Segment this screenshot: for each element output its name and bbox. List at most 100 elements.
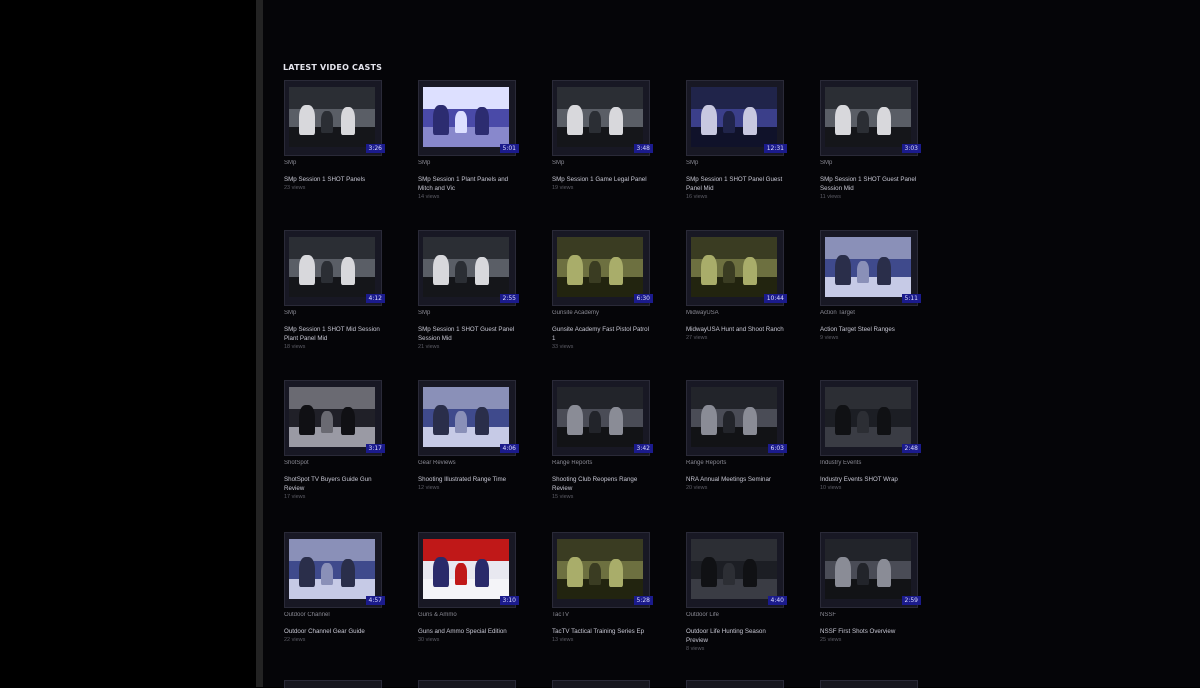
video-category[interactable]: Action Target [820, 310, 918, 319]
duration-badge: 3:17 [365, 444, 385, 453]
video-category[interactable]: Gunsite Academy [552, 310, 650, 319]
video-category[interactable]: SMp [686, 160, 784, 169]
video-thumbnail[interactable]: 12:31 [686, 80, 787, 156]
thumbnail-image [423, 539, 509, 599]
video-thumbnail[interactable]: 10:44 [686, 230, 787, 306]
video-title-link[interactable]: NSSF First Shots Overview [820, 627, 918, 636]
video-title-link[interactable]: SMp Session 1 SHOT Panel Guest Panel Mid [686, 175, 784, 193]
video-card[interactable]: 3:42 Range Reports Shooting Club Reopens… [552, 380, 653, 532]
video-title-link[interactable]: TacTV Tactical Training Series Ep [552, 627, 650, 636]
video-thumbnail[interactable]: 3:17 [284, 380, 385, 456]
video-thumbnail[interactable]: 3:26 [284, 80, 385, 156]
video-category[interactable]: Gear Reviews [418, 460, 516, 469]
video-card[interactable]: 6:03 Range Reports NRA Annual Meetings S… [686, 380, 787, 532]
duration-badge: 6:03 [767, 444, 787, 453]
video-category[interactable]: Range Reports [552, 460, 650, 469]
video-card[interactable]: 4:12 SMp SMp Session 1 SHOT Mid Session … [284, 230, 385, 380]
video-thumbnail[interactable]: 5:11 [820, 230, 921, 306]
duration-badge: 10:44 [763, 294, 787, 303]
video-category[interactable]: SMp [284, 310, 382, 319]
video-thumbnail[interactable]: 3:48 [552, 80, 653, 156]
view-count: 16 views [686, 194, 708, 200]
video-category[interactable]: SMp [418, 310, 516, 319]
video-title-link[interactable]: Outdoor Life Hunting Season Preview [686, 627, 784, 645]
video-category[interactable]: NSSF [820, 612, 918, 621]
video-title-link[interactable]: Shooting Illustrated Range Time [418, 475, 516, 484]
video-thumbnail[interactable]: 3:03 [820, 80, 921, 156]
video-category[interactable]: SMp [552, 160, 650, 169]
video-title-link[interactable]: Gunsite Academy Fast Pistol Patrol 1 [552, 325, 650, 343]
thumbnail-image [825, 539, 911, 599]
video-title-link[interactable]: Action Target Steel Ranges [820, 325, 918, 334]
video-card[interactable]: 3:48 SMp SMp Session 1 Game Legal Panel … [552, 80, 653, 230]
video-card[interactable]: 3:17 ShotSpot ShotSpot TV Buyers Guide G… [284, 380, 385, 532]
video-thumbnail[interactable]: 4:40 [686, 532, 787, 608]
video-card[interactable]: 4:57 Outdoor Channel Outdoor Channel Gea… [284, 532, 385, 682]
video-thumbnail[interactable]: 3:42 [552, 380, 653, 456]
video-thumbnail[interactable]: 5:01 [418, 80, 519, 156]
video-category[interactable]: Range Reports [686, 460, 784, 469]
video-card[interactable]: 4:06 Gear Reviews Shooting Illustrated R… [418, 380, 519, 532]
video-card[interactable]: 6:30 Gunsite Academy Gunsite Academy Fas… [552, 230, 653, 380]
duration-badge: 5:01 [499, 144, 519, 153]
thumbnail-image [691, 539, 777, 599]
video-title-link[interactable]: SMp Session 1 SHOT Mid Session Plant Pan… [284, 325, 382, 343]
duration-badge: 12:31 [763, 144, 787, 153]
video-card[interactable]: 2:48 Industry Events Industry Events SHO… [820, 380, 921, 532]
video-thumbnail[interactable]: 3:10 [418, 532, 519, 608]
video-category[interactable]: Outdoor Channel [284, 612, 382, 621]
video-card[interactable]: 2:55 SMp SMp Session 1 SHOT Guest Panel … [418, 230, 519, 380]
video-category[interactable]: ShotSpot [284, 460, 382, 469]
duration-badge: 3:03 [901, 144, 921, 153]
video-title-link[interactable]: MidwayUSA Hunt and Shoot Ranch [686, 325, 784, 334]
video-card[interactable]: 5:28 TacTV TacTV Tactical Training Serie… [552, 532, 653, 682]
video-category[interactable]: Guns & Ammo [418, 612, 516, 621]
video-card[interactable]: 3:26 SMp SMp Session 1 SHOT Panels 23 vi… [284, 80, 385, 230]
video-card[interactable]: 2:59 NSSF NSSF First Shots Overview 25 v… [820, 532, 921, 682]
thumbnail-image [557, 237, 643, 297]
video-thumbnail[interactable]: 4:57 [284, 532, 385, 608]
video-thumbnail[interactable]: 6:03 [686, 380, 787, 456]
duration-badge: 2:48 [901, 444, 921, 453]
video-category[interactable]: SMp [284, 160, 382, 169]
video-thumbnail[interactable]: 4:12 [284, 230, 385, 306]
video-thumbnail[interactable]: 2:55 [418, 230, 519, 306]
video-thumbnail[interactable]: 6:30 [552, 230, 653, 306]
video-title-link[interactable]: SMp Session 1 SHOT Guest Panel Session M… [820, 175, 918, 193]
video-card[interactable]: 3:03 SMp SMp Session 1 SHOT Guest Panel … [820, 80, 921, 230]
video-title-link[interactable]: Outdoor Channel Gear Guide [284, 627, 382, 636]
video-thumbnail[interactable]: 2:48 [820, 380, 921, 456]
duration-badge: 5:11 [901, 294, 921, 303]
video-title-link[interactable]: NRA Annual Meetings Seminar [686, 475, 784, 484]
thumbnail-image [289, 87, 375, 147]
view-count: 13 views [552, 637, 574, 643]
duration-badge: 4:12 [365, 294, 385, 303]
thumbnail-image [423, 237, 509, 297]
video-category[interactable]: SMp [418, 160, 516, 169]
video-title-link[interactable]: Guns and Ammo Special Edition [418, 627, 516, 636]
video-card[interactable]: 3:10 Guns & Ammo Guns and Ammo Special E… [418, 532, 519, 682]
video-title-link[interactable]: SMp Session 1 Game Legal Panel [552, 175, 650, 184]
video-card[interactable]: 12:31 SMp SMp Session 1 SHOT Panel Guest… [686, 80, 787, 230]
main-content: LATEST VIDEO CASTS 3:26 SMp SMp Session … [263, 0, 1200, 688]
video-category[interactable]: Industry Events [820, 460, 918, 469]
video-card[interactable]: 4:40 Outdoor Life Outdoor Life Hunting S… [686, 532, 787, 682]
thumbnail-image [289, 387, 375, 447]
video-title-link[interactable]: SMp Session 1 SHOT Guest Panel Session M… [418, 325, 516, 343]
video-card[interactable]: 5:01 SMp SMp Session 1 Plant Panels and … [418, 80, 519, 230]
video-title-link[interactable]: Shooting Club Reopens Range Review [552, 475, 650, 493]
video-category[interactable]: MidwayUSA [686, 310, 784, 319]
section-title: LATEST VIDEO CASTS [283, 63, 383, 72]
video-title-link[interactable]: ShotSpot TV Buyers Guide Gun Review [284, 475, 382, 493]
video-card[interactable]: 5:11 Action Target Action Target Steel R… [820, 230, 921, 380]
video-card[interactable]: 10:44 MidwayUSA MidwayUSA Hunt and Shoot… [686, 230, 787, 380]
video-thumbnail[interactable]: 5:28 [552, 532, 653, 608]
video-thumbnail[interactable]: 2:59 [820, 532, 921, 608]
video-title-link[interactable]: Industry Events SHOT Wrap [820, 475, 918, 484]
video-category[interactable]: TacTV [552, 612, 650, 621]
video-title-link[interactable]: SMp Session 1 SHOT Panels [284, 175, 382, 184]
video-category[interactable]: Outdoor Life [686, 612, 784, 621]
video-title-link[interactable]: SMp Session 1 Plant Panels and Mitch and… [418, 175, 516, 193]
video-category[interactable]: SMp [820, 160, 918, 169]
video-thumbnail[interactable]: 4:06 [418, 380, 519, 456]
